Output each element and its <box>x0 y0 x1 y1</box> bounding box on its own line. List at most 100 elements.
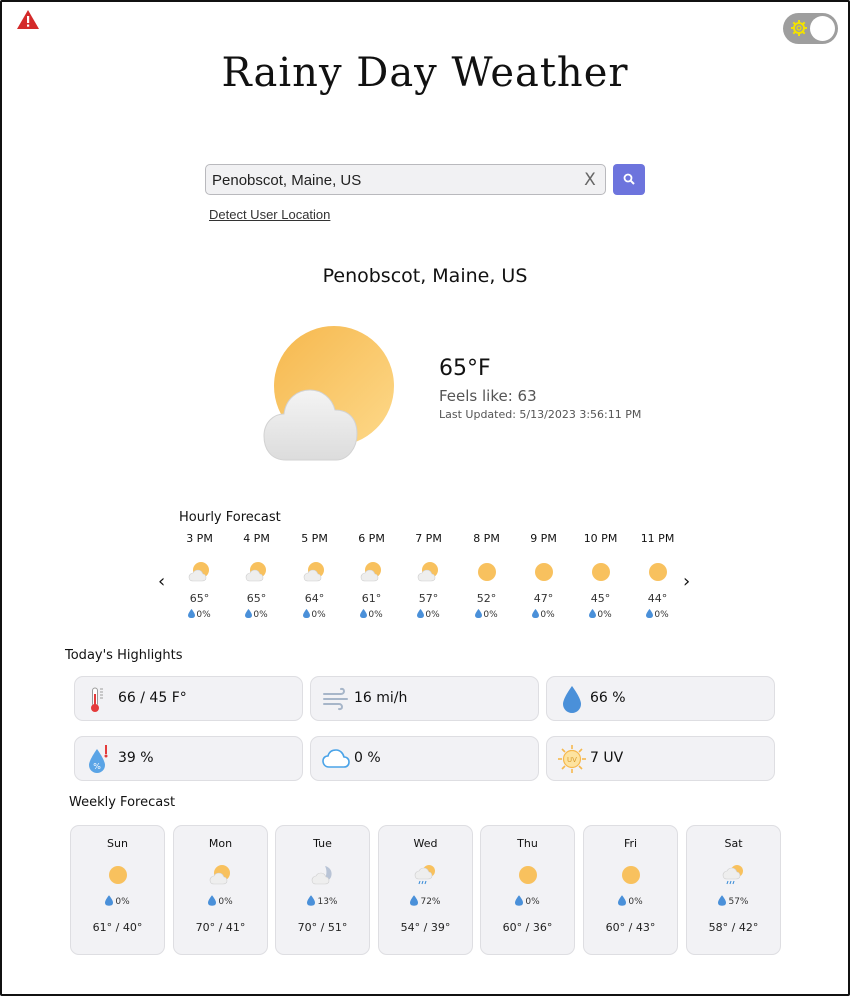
toggle-knob <box>810 16 835 41</box>
sun-icon <box>518 866 537 884</box>
partly-cloudy-icon <box>209 865 230 885</box>
search-box: X <box>205 164 606 195</box>
rain-drop-icon <box>646 609 654 618</box>
rain-icon <box>722 865 743 885</box>
hour-rain-chance: 0% <box>228 609 285 620</box>
day-rain-chance: 0% <box>481 895 574 909</box>
day-temps: 70° / 41° <box>195 921 246 934</box>
hour-temp: 57° <box>418 592 439 605</box>
day-name: Tue <box>313 837 332 850</box>
hour-temp: 65° <box>246 592 267 605</box>
theme-toggle[interactable] <box>783 13 838 44</box>
hour-rain-chance: 0% <box>572 609 629 620</box>
sun-icon <box>108 866 127 884</box>
day-card-fri[interactable]: Fri 0% 60° / 43° <box>583 825 678 955</box>
day-rain-value: 0% <box>115 897 130 907</box>
highlight-value: 0 % <box>354 750 381 766</box>
svg-text:UV: UV <box>567 756 577 764</box>
rain-drop-icon <box>410 895 419 906</box>
day-rain-chance: 0% <box>584 895 677 909</box>
sun-icon <box>591 563 610 581</box>
day-rain-value: 0% <box>525 897 540 907</box>
hour-temp: 44° <box>647 592 668 605</box>
hour-time: 7 PM <box>415 532 442 545</box>
hour-time: 5 PM <box>301 532 328 545</box>
hour-temp: 47° <box>533 592 554 605</box>
day-card-tue[interactable]: Tue 13% 70° / 51° <box>275 825 370 955</box>
partly-cloudy-icon <box>245 562 266 582</box>
feels-like: Feels like: 63 <box>439 387 537 405</box>
thermometer-icon <box>91 687 103 712</box>
day-rain-value: 0% <box>218 897 233 907</box>
hour-time: 3 PM <box>186 532 213 545</box>
rain-drop-icon <box>105 895 114 906</box>
search-button[interactable] <box>613 164 645 195</box>
rain-drop-icon <box>417 609 425 618</box>
hour-time: 4 PM <box>243 532 270 545</box>
day-card-thu[interactable]: Thu 0% 60° / 36° <box>480 825 575 955</box>
hour-time: 8 PM <box>473 532 500 545</box>
highlight-value: 66 % <box>590 690 626 706</box>
wind-icon <box>323 687 348 711</box>
clear-search-icon[interactable]: X <box>583 171 597 189</box>
sun-icon <box>477 563 496 581</box>
hourly-prev-button[interactable]: ‹ <box>158 571 165 592</box>
rain-drop-icon <box>618 895 627 906</box>
day-temps: 54° / 39° <box>400 921 451 934</box>
gear-icon <box>791 20 807 36</box>
cloud-cover-icon <box>322 749 350 768</box>
hour-temp: 64° <box>304 592 325 605</box>
highlight-value: 39 % <box>118 750 154 766</box>
hour-time: 10 PM <box>583 532 618 545</box>
hourly-item: 8 PM 52° 0% <box>458 532 515 620</box>
app-title: Rainy Day Weather <box>221 50 629 96</box>
detect-location-link[interactable]: Detect User Location <box>209 207 330 222</box>
day-temps: 70° / 51° <box>297 921 348 934</box>
rain-drop-icon <box>307 895 316 906</box>
day-name: Mon <box>208 837 233 850</box>
hour-rain-value: 0% <box>483 610 498 620</box>
day-name: Thu <box>517 837 538 850</box>
partly-cloudy-icon <box>188 562 209 582</box>
hour-time: 11 PM <box>640 532 675 545</box>
sun-icon <box>621 866 640 884</box>
search-input[interactable] <box>212 170 572 190</box>
day-temps: 58° / 42° <box>708 921 759 934</box>
day-card-wed[interactable]: Wed 72% 54° / 39° <box>378 825 473 955</box>
hour-rain-chance: 0% <box>515 609 572 620</box>
dew-point-icon: % <box>89 745 108 773</box>
partly-cloudy-icon <box>303 562 324 582</box>
highlight-value: 16 mi/h <box>354 690 408 706</box>
search-icon <box>623 173 635 185</box>
rain-icon <box>414 865 435 885</box>
hourly-item: 6 PM 61° 0% <box>343 532 400 620</box>
day-card-mon[interactable]: Mon 0% 70° / 41° <box>173 825 268 955</box>
day-name: Wed <box>413 837 438 850</box>
day-rain-value: 72% <box>420 897 441 907</box>
humidity-drop-icon <box>563 686 581 713</box>
hour-rain-value: 0% <box>368 610 383 620</box>
hour-rain-chance: 0% <box>629 609 686 620</box>
day-name: Fri <box>623 837 638 850</box>
rain-drop-icon <box>208 895 217 906</box>
highlight-card-wind: 16 mi/h <box>310 676 539 721</box>
day-rain-chance: 0% <box>174 895 267 909</box>
day-name: Sun <box>107 837 128 850</box>
rain-drop-icon <box>475 609 483 618</box>
rain-drop-icon <box>245 609 253 618</box>
highlight-card-uv: UV 7 UV <box>546 736 775 781</box>
rain-drop-icon <box>532 609 540 618</box>
warning-triangle-icon[interactable] <box>16 9 40 30</box>
hourly-item: 4 PM 65° 0% <box>228 532 285 620</box>
day-card-sat[interactable]: Sat 57% 58° / 42° <box>686 825 781 955</box>
highlight-card-temperature: 66 / 45 F° <box>74 676 303 721</box>
partly-cloudy-icon <box>417 562 438 582</box>
rain-drop-icon <box>360 609 368 618</box>
hour-rain-value: 0% <box>253 610 268 620</box>
day-card-sun[interactable]: Sun 0% 61° / 40° <box>70 825 165 955</box>
day-rain-chance: 57% <box>687 895 780 909</box>
location-name: Penobscot, Maine, US <box>322 265 528 287</box>
svg-text:%: % <box>93 762 101 771</box>
partly-cloudy-sun-icon <box>263 326 394 461</box>
hour-rain-chance: 0% <box>400 609 457 620</box>
